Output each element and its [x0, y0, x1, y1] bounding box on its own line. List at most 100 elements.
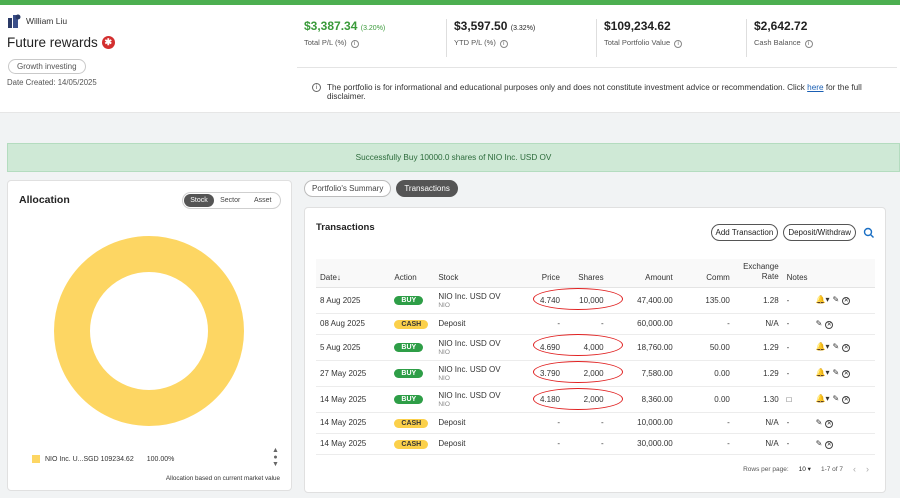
rows-per-page-select[interactable]: 10 ▾ — [799, 465, 811, 473]
annotation-circle — [533, 361, 623, 383]
page-range: 1-7 of 7 — [820, 465, 843, 473]
edit-icon[interactable]: ✎ — [816, 439, 823, 448]
col-price: Price — [524, 259, 564, 288]
transactions-actions: Add Transaction Deposit/Withdraw — [710, 224, 878, 241]
transactions-title: Transactions — [316, 222, 375, 233]
cell-notes: - — [782, 360, 812, 387]
deposit-withdraw-button[interactable]: Deposit/Withdraw — [783, 224, 856, 241]
col-amount: Amount — [607, 259, 677, 288]
stat-portfolio-value-label: Total Portfolio Value — [604, 38, 671, 47]
table-row[interactable]: 14 May 2025 CASH Deposit - - 10,000.00 -… — [316, 412, 875, 434]
owner-name: William Liu — [26, 16, 68, 26]
col-notes: Notes — [782, 259, 812, 288]
cell-stock: NIO Inc. USD OV — [438, 364, 501, 374]
edit-icon[interactable]: ✎ — [833, 295, 840, 304]
close-icon[interactable]: ✕ — [842, 396, 851, 404]
action-badge-cash: CASH — [394, 418, 429, 428]
allocation-basis-note: Allocation based on current market value — [165, 475, 280, 482]
legend-label: NIO Inc. U...SGD 109234.62 — [45, 455, 134, 463]
stat-cash-balance: $2,642.72 Cash Balance i — [747, 19, 897, 57]
info-icon[interactable]: i — [499, 40, 508, 48]
cell-comm: - — [676, 412, 734, 434]
allocation-legend: NIO Inc. U...SGD 109234.62 100.00% — [32, 455, 174, 463]
stats-bar: $3,387.34 (3.20%) Total P/L (%) i $3,597.… — [297, 19, 900, 57]
next-page-icon[interactable]: › — [866, 464, 869, 474]
tab-portfolio-summary[interactable]: Portfolio's Summary — [304, 180, 392, 197]
cell-stock: Deposit — [434, 412, 525, 434]
date-created: Date Created: 14/05/2025 — [7, 78, 97, 87]
disclaimer-text: The portfolio is for informational and e… — [327, 83, 805, 92]
portfolio-name-text: Future rewards — [7, 35, 98, 50]
col-date[interactable]: Date↓ — [316, 259, 391, 288]
legend-swatch — [32, 455, 40, 463]
edit-icon[interactable]: ✎ — [833, 394, 840, 403]
cell-comm: - — [676, 313, 734, 335]
edit-icon[interactable]: ✎ — [833, 368, 840, 377]
cell-rate: 1.30 — [733, 386, 783, 413]
legend-scroll-icon[interactable]: ▲ ● ▼ — [272, 447, 279, 468]
cell-amount: 60,000.00 — [607, 313, 677, 335]
search-icon[interactable] — [861, 226, 877, 240]
disclaimer-link[interactable]: here — [807, 83, 823, 92]
legend-percent: 100.00% — [146, 455, 175, 463]
annotation-circle — [533, 334, 623, 356]
info-icon: i — [312, 83, 321, 92]
close-icon[interactable]: ✕ — [825, 419, 834, 428]
segment-stock[interactable]: Stock — [184, 194, 214, 207]
cell-ticker: NIO — [438, 301, 450, 309]
cell-price: - — [524, 433, 564, 455]
action-badge-buy: BUY — [394, 395, 424, 404]
bell-icon[interactable]: 🔔▾ — [816, 342, 830, 351]
cell-rate: 1.29 — [733, 334, 783, 361]
transactions-panel: Transactions Add Transaction Deposit/Wit… — [304, 207, 886, 493]
add-transaction-button[interactable]: Add Transaction — [710, 224, 779, 241]
close-icon[interactable]: ✕ — [825, 440, 834, 449]
allocation-segment-control: Stock Sector Asset — [182, 192, 281, 209]
table-header-row: Date↓ Action Stock Price Shares Amount C… — [316, 259, 875, 288]
info-icon[interactable]: i — [674, 40, 683, 48]
view-tabs: Portfolio's Summary Transactions — [304, 180, 458, 197]
close-icon[interactable]: ✕ — [825, 320, 834, 329]
note-icon[interactable]: □ — [782, 386, 812, 413]
rows-per-page-label: Rows per page: — [743, 465, 789, 473]
edit-icon[interactable]: ✎ — [816, 418, 823, 427]
cell-stock: NIO Inc. USD OV — [438, 291, 501, 301]
stat-total-pl-label: Total P/L (%) — [304, 38, 347, 47]
table-row[interactable]: 08 Aug 2025 CASH Deposit - - 60,000.00 -… — [316, 313, 875, 335]
cell-ticker: NIO — [438, 374, 450, 382]
col-row-actions — [811, 259, 875, 288]
cell-date: 5 Aug 2025 — [316, 334, 391, 361]
info-icon[interactable]: i — [804, 40, 813, 48]
portfolio-name: Future rewards ✱ — [7, 35, 115, 50]
prev-page-icon[interactable]: ‹ — [853, 464, 856, 474]
col-comm: Comm — [676, 259, 734, 288]
cell-comm: 0.00 — [676, 386, 734, 413]
close-icon[interactable]: ✕ — [842, 370, 851, 378]
stat-cash-balance-label: Cash Balance — [754, 38, 801, 47]
cell-amount: 10,000.00 — [607, 412, 677, 434]
allocation-panel: Allocation Stock Sector Asset NIO Inc. U… — [7, 180, 292, 491]
cell-ticker: NIO — [438, 400, 450, 408]
cell-date: 08 Aug 2025 — [316, 313, 391, 335]
stat-ytd-pl-label: YTD P/L (%) — [454, 38, 496, 47]
edit-icon[interactable]: ✎ — [816, 319, 823, 328]
action-badge-buy: BUY — [394, 369, 424, 378]
close-icon[interactable]: ✕ — [842, 297, 851, 305]
edit-icon[interactable]: ✎ — [833, 342, 840, 351]
tab-transactions[interactable]: Transactions — [396, 180, 458, 197]
segment-sector[interactable]: Sector — [214, 194, 247, 207]
table-row[interactable]: 14 May 2025 CASH Deposit - - 30,000.00 -… — [316, 433, 875, 455]
bell-icon[interactable]: 🔔▾ — [816, 368, 830, 377]
cell-rate: N/A — [733, 433, 783, 455]
cell-amount: 30,000.00 — [607, 433, 677, 455]
portfolio-settings-icon[interactable]: ✱ — [101, 36, 115, 49]
close-icon[interactable]: ✕ — [842, 344, 851, 352]
stat-total-pl-value: $3,387.34 (3.20%) — [304, 19, 386, 33]
cell-stock: Deposit — [434, 313, 525, 335]
bell-icon[interactable]: 🔔▾ — [816, 295, 830, 304]
segment-asset[interactable]: Asset — [247, 194, 280, 207]
bell-icon[interactable]: 🔔▾ — [816, 394, 830, 403]
info-icon[interactable]: i — [350, 40, 359, 48]
cell-ticker: NIO — [438, 348, 450, 356]
allocation-donut-chart[interactable] — [54, 236, 244, 426]
